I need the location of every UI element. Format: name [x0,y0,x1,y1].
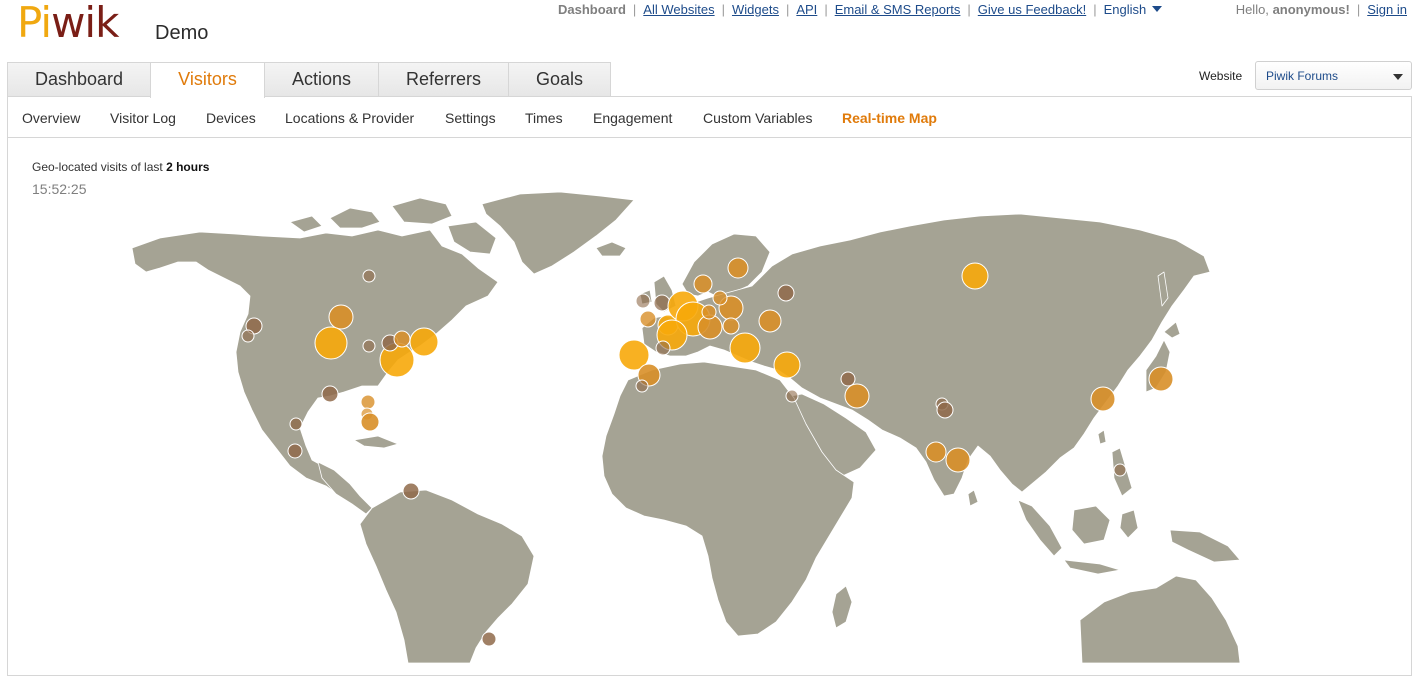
sign-in-link[interactable]: Sign in [1367,2,1407,17]
map-caption: Geo-located visits of last 2 hours [32,160,209,174]
visit-marker[interactable] [402,482,420,500]
separator: | [632,2,637,17]
top-nav-api[interactable]: API [796,2,817,17]
visit-marker[interactable] [314,326,348,360]
visit-marker[interactable] [722,317,740,335]
piwik-logo[interactable]: Piwik [17,0,119,47]
tab-goals[interactable]: Goals [508,62,611,97]
visit-marker[interactable] [758,309,782,333]
visit-marker[interactable] [1113,463,1127,477]
tab-referrers[interactable]: Referrers [378,62,509,97]
visit-marker[interactable] [693,274,713,294]
visit-marker[interactable] [289,417,303,431]
visit-marker[interactable] [393,330,411,348]
content-panel: Overview Visitor Log Devices Locations &… [7,96,1412,676]
map-clock: 15:52:25 [32,181,87,197]
top-nav-all-websites[interactable]: All Websites [643,2,714,17]
visit-marker[interactable] [655,340,671,356]
visit-marker[interactable] [635,293,651,309]
website-selector[interactable]: Piwik Forums [1255,61,1412,90]
caret-down-icon [1152,6,1163,12]
map-caption-text: Geo-located visits of last [32,160,163,174]
subnav-settings[interactable]: Settings [445,110,496,126]
visit-marker[interactable] [639,310,657,328]
separator: | [785,2,790,17]
app-subtitle: Demo [155,22,209,44]
separator: | [824,2,828,17]
visit-marker[interactable] [712,290,728,306]
visit-marker[interactable] [321,385,339,403]
visit-marker[interactable] [328,304,354,330]
subnav-visitor-log[interactable]: Visitor Log [110,110,176,126]
sub-navigation: Overview Visitor Log Devices Locations &… [8,97,1411,138]
logo-part-2: wik [51,0,119,47]
user-box: Hello, anonymous! | Sign in [1236,2,1407,17]
subnav-realtime-map[interactable]: Real-time Map [842,110,937,126]
tab-actions[interactable]: Actions [264,62,379,97]
visit-marker[interactable] [362,339,376,353]
separator: | [967,2,971,17]
map-caption-period: 2 hours [166,160,210,174]
chevron-down-icon [1393,74,1403,80]
visit-marker[interactable] [777,284,795,302]
visit-marker[interactable] [701,304,717,320]
subnav-overview[interactable]: Overview [22,110,80,126]
visit-marker[interactable] [1148,366,1174,392]
visit-marker[interactable] [961,262,989,290]
visit-marker[interactable] [653,294,671,312]
top-nav: Dashboard | All Websites | Widgets | API | Email… [558,2,1163,17]
language-selector[interactable]: English [1104,2,1163,17]
visit-marker[interactable] [360,394,376,410]
visit-marker[interactable] [936,401,954,419]
subnav-devices[interactable]: Devices [206,110,256,126]
visit-marker[interactable] [481,631,497,647]
visit-marker[interactable] [635,379,649,393]
logo-part-1: Pi [17,0,52,47]
tab-visitors[interactable]: Visitors [150,62,265,98]
visit-marker[interactable] [409,327,439,357]
website-selected-value: Piwik Forums [1266,69,1339,83]
language-label: English [1103,2,1147,17]
visit-marker[interactable] [287,443,303,459]
website-label: Website [1199,69,1243,83]
visit-marker[interactable] [844,383,870,409]
visit-marker[interactable] [727,257,749,279]
visit-marker[interactable] [241,329,255,343]
top-nav-widgets[interactable]: Widgets [732,2,779,17]
visit-marker[interactable] [925,441,947,463]
visit-marker[interactable] [785,389,799,403]
user-name: anonymous! [1272,2,1350,17]
subnav-engagement[interactable]: Engagement [593,110,672,126]
visit-marker[interactable] [362,269,376,283]
subnav-custom-variables[interactable]: Custom Variables [703,110,812,126]
greeting-text: Hello, [1235,2,1269,17]
visit-marker[interactable] [1090,386,1116,412]
separator: | [721,2,725,17]
subnav-locations-provider[interactable]: Locations & Provider [285,110,414,126]
separator: | [1093,2,1097,17]
visit-marker[interactable] [773,351,801,379]
top-nav-feedback[interactable]: Give us Feedback! [978,2,1086,17]
separator: | [1356,2,1361,17]
visit-marker[interactable] [360,412,380,432]
visit-marker[interactable] [840,371,856,387]
tab-dashboard[interactable]: Dashboard [7,62,151,97]
top-nav-email-sms-reports[interactable]: Email & SMS Reports [835,2,961,17]
subnav-times[interactable]: Times [525,110,563,126]
visit-marker[interactable] [729,332,761,364]
visit-marker[interactable] [945,447,971,473]
top-nav-dashboard[interactable]: Dashboard [558,2,626,17]
